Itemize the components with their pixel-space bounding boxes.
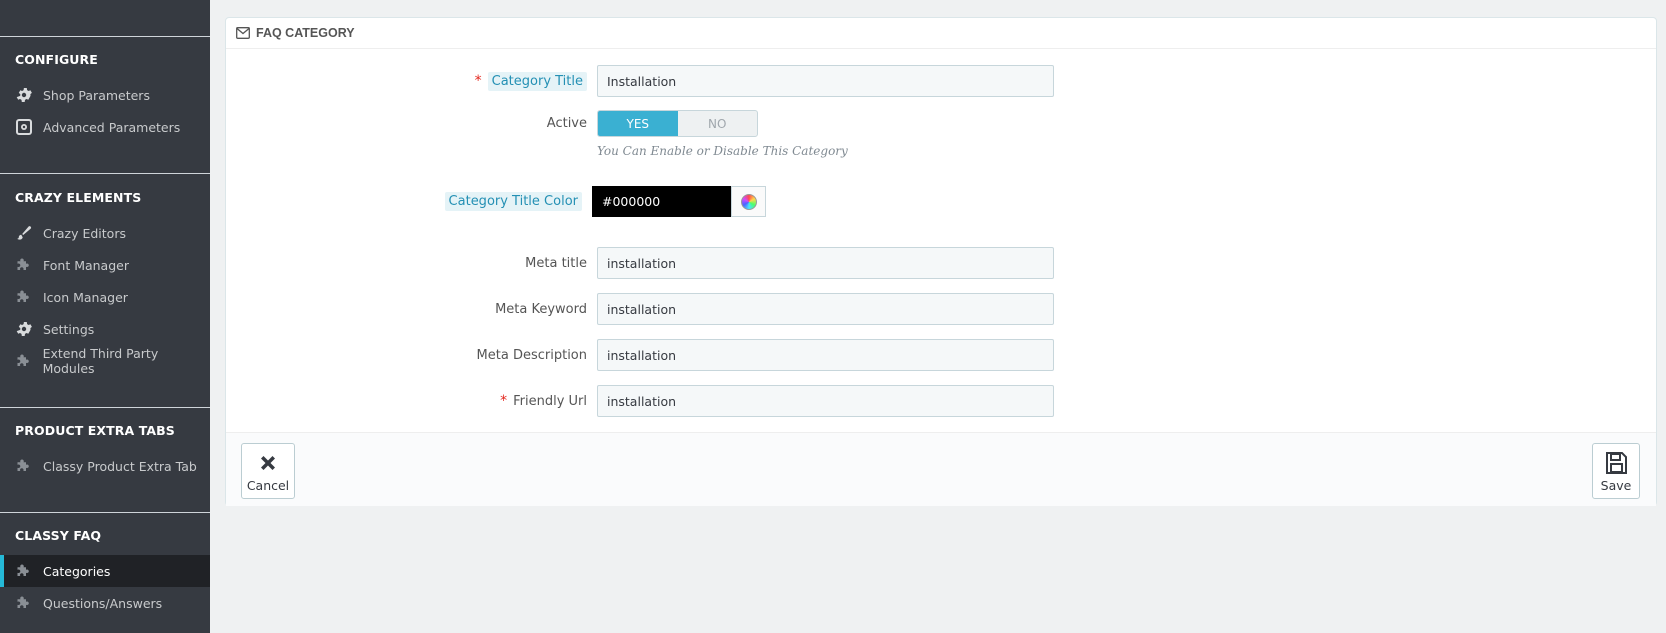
puzzle-icon: [15, 352, 33, 370]
save-button[interactable]: Save: [1592, 443, 1640, 499]
sidebar-divider: [0, 407, 210, 408]
sidebar-item-settings[interactable]: Settings: [0, 313, 210, 345]
close-icon: [258, 450, 278, 476]
panel-footer: Cancel Save: [226, 432, 1656, 506]
sidebar-item-label: Crazy Editors: [43, 225, 126, 241]
sidebar-item-label: Categories: [43, 563, 111, 579]
gear-icon: [15, 86, 33, 104]
sidebar-section-product-extra-tabs: PRODUCT EXTRA TABS: [15, 423, 175, 438]
sidebar-item-label: Extend Third Party Modules: [42, 346, 159, 376]
form-row-friendly-url: * Friendly Url installation: [226, 385, 1658, 417]
envelope-icon: [236, 27, 250, 39]
title-color-label: Category Title Color: [444, 186, 582, 217]
category-title-label-text[interactable]: Category Title: [487, 71, 587, 91]
friendly-url-label: * Friendly Url: [500, 385, 587, 417]
active-switch[interactable]: YES NO: [597, 110, 758, 137]
form-row-meta-keyword: Meta Keyword installation: [226, 293, 1658, 325]
sidebar-item-shop-parameters[interactable]: Shop Parameters: [0, 79, 210, 111]
meta-keyword-label: Meta Keyword: [495, 301, 587, 317]
save-label: Save: [1600, 477, 1632, 493]
meta-description-input[interactable]: installation: [597, 339, 1054, 371]
form-row-meta-description: Meta Description installation: [226, 339, 1658, 371]
puzzle-icon: [15, 256, 33, 274]
form-row-active: Active YES NO You Can Enable or Disable …: [226, 110, 1658, 158]
puzzle-icon: [15, 562, 33, 580]
color-picker-button[interactable]: [731, 186, 766, 217]
panel-title: FAQ CATEGORY: [256, 26, 355, 40]
category-title-input[interactable]: Installation: [597, 65, 1054, 97]
sidebar-divider: [0, 36, 210, 37]
sidebar-item-questions-answers[interactable]: Questions/Answers: [0, 587, 210, 619]
sidebar-item-label: Icon Manager: [43, 289, 128, 305]
panel-heading: FAQ CATEGORY: [226, 18, 1656, 49]
color-wheel-icon: [740, 193, 757, 210]
meta-title-label: Meta title: [525, 255, 587, 271]
sidebar-section-configure: CONFIGURE: [15, 52, 98, 67]
meta-description-label: Meta Description: [476, 347, 587, 363]
sidebar-section-classy-faq: CLASSY FAQ: [15, 528, 102, 543]
cancel-label: Cancel: [246, 477, 290, 493]
meta-title-input[interactable]: installation: [597, 247, 1054, 279]
form-row-meta-title: Meta title installation: [226, 247, 1658, 279]
sidebar-section-crazy-elements: CRAZY ELEMENTS: [15, 190, 142, 205]
puzzle-icon: [15, 288, 33, 306]
sidebar-item-label: Classy Product Extra Tab: [43, 458, 197, 474]
floppy-disk-icon: [1604, 450, 1628, 476]
sidebar-item-font-manager[interactable]: Font Manager: [0, 249, 210, 281]
active-no-option[interactable]: NO: [678, 111, 758, 136]
sidebar-item-label: Font Manager: [43, 257, 129, 273]
active-yes-option[interactable]: YES: [598, 111, 678, 136]
sidebar-item-icon-manager[interactable]: Icon Manager: [0, 281, 210, 313]
meta-keyword-input[interactable]: installation: [597, 293, 1054, 325]
required-marker: *: [500, 393, 508, 409]
brush-icon: [15, 224, 33, 242]
sidebar-item-label: Advanced Parameters: [43, 119, 181, 135]
faq-category-panel: FAQ CATEGORY * Category Title Installati…: [225, 17, 1657, 506]
puzzle-icon: [15, 457, 33, 475]
sidebar-item-extend-third-party-modules[interactable]: Extend Third Party Modules: [0, 345, 210, 377]
friendly-url-input[interactable]: installation: [597, 385, 1054, 417]
settings-box-icon: [15, 118, 33, 136]
form-row-title-color: Category Title Color #000000: [226, 186, 1658, 218]
sidebar-item-label: Shop Parameters: [43, 87, 150, 103]
required-marker: *: [474, 73, 482, 89]
gear-icon: [15, 320, 33, 338]
friendly-url-label-text: Friendly Url: [513, 393, 587, 409]
sidebar-divider: [0, 173, 210, 174]
sidebar-item-categories[interactable]: Categories: [0, 555, 210, 587]
category-title-label: * Category Title: [475, 65, 587, 97]
puzzle-icon: [15, 594, 33, 612]
sidebar-item-label: Questions/Answers: [43, 595, 163, 611]
sidebar-item-classy-product-extra-tab[interactable]: Classy Product Extra Tab: [0, 450, 210, 482]
sidebar-item-crazy-editors[interactable]: Crazy Editors: [0, 217, 210, 249]
form-row-category-title: * Category Title Installation: [226, 65, 1658, 97]
title-color-input[interactable]: #000000: [592, 186, 731, 217]
title-color-label-text[interactable]: Category Title Color: [444, 192, 582, 211]
active-label: Active: [546, 116, 587, 131]
sidebar: CONFIGURE Shop Parameters Advanced Param…: [0, 0, 210, 633]
sidebar-item-advanced-parameters[interactable]: Advanced Parameters: [0, 111, 210, 143]
sidebar-item-label: Settings: [43, 321, 95, 337]
sidebar-divider: [0, 512, 210, 513]
active-help-text: You Can Enable or Disable This Category: [597, 144, 848, 158]
cancel-button[interactable]: Cancel: [241, 443, 295, 499]
